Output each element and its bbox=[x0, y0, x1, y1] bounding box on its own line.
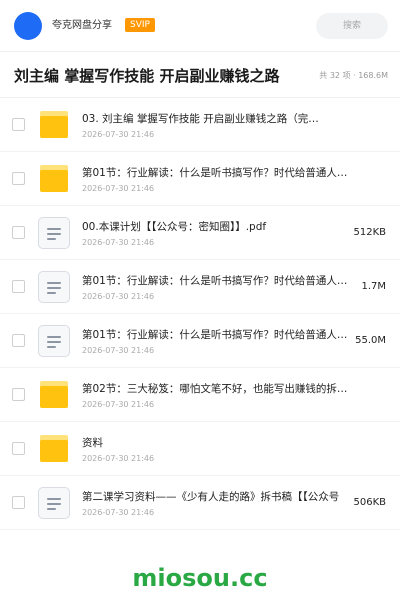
select-checkbox[interactable] bbox=[12, 442, 25, 455]
file-name: 第01节：行业解读：什么是听书搞写作？时代给普通人… bbox=[82, 167, 348, 179]
folder-icon bbox=[38, 433, 70, 465]
file-name: 00.本课计划【【公众号：密知圈】】.pdf bbox=[82, 221, 267, 233]
list-item[interactable]: 第02节：三大秘笈：哪怕文笔不好，也能写出赚钱的拆… 2026-07-30 21… bbox=[0, 368, 400, 422]
list-item[interactable]: 第01节：行业解读：什么是听书搞写作？时代给普通人… 2026-07-30 21… bbox=[0, 260, 400, 314]
file-date: 2026-07-30 21:46 bbox=[82, 184, 155, 193]
file-date: 2026-07-30 21:46 bbox=[82, 238, 155, 247]
user-name: 夸克网盘分享 bbox=[52, 20, 112, 31]
file-name: 第01节：行业解读：什么是听书搞写作？时代给普通人… bbox=[82, 275, 348, 287]
file-date: 2026-07-30 21:46 bbox=[82, 346, 155, 355]
file-name: 03. 刘主编 掌握写作技能 开启副业赚钱之路（完… bbox=[82, 113, 319, 125]
select-checkbox[interactable] bbox=[12, 118, 25, 131]
list-item[interactable]: 第01节：行业解读：什么是听书搞写作？时代给普通人… 2026-07-30 21… bbox=[0, 314, 400, 368]
app-header: 夸克网盘分享 SVIP bbox=[0, 0, 400, 52]
search-input[interactable] bbox=[316, 13, 388, 39]
select-checkbox[interactable] bbox=[12, 496, 25, 509]
file-size: 55.0M bbox=[355, 335, 386, 346]
select-checkbox[interactable] bbox=[12, 388, 25, 401]
file-date: 2026-07-30 21:46 bbox=[82, 130, 155, 139]
file-size: 512KB bbox=[353, 227, 386, 238]
document-icon bbox=[38, 217, 70, 249]
document-icon bbox=[38, 325, 70, 357]
file-date: 2026-07-30 21:46 bbox=[82, 454, 155, 463]
select-checkbox[interactable] bbox=[12, 334, 25, 347]
file-name: 第02节：三大秘笈：哪怕文笔不好，也能写出赚钱的拆… bbox=[82, 383, 348, 395]
folder-icon bbox=[38, 163, 70, 195]
file-name: 第01节：行业解读：什么是听书搞写作？时代给普通人… bbox=[82, 329, 348, 341]
list-item[interactable]: 03. 刘主编 掌握写作技能 开启副业赚钱之路（完… 2026-07-30 21… bbox=[0, 98, 400, 152]
list-item[interactable]: 第01节：行业解读：什么是听书搞写作？时代给普通人… 2026-07-30 21… bbox=[0, 152, 400, 206]
file-name: 第二课学习资料——《少有人走的路》拆书稿【【公众号 bbox=[82, 491, 340, 503]
select-checkbox[interactable] bbox=[12, 226, 25, 239]
file-date: 2026-07-30 21:46 bbox=[82, 292, 155, 301]
list-item[interactable]: 第二课学习资料——《少有人走的路》拆书稿【【公众号 2026-07-30 21:… bbox=[0, 476, 400, 530]
file-date: 2026-07-30 21:46 bbox=[82, 508, 155, 517]
site-watermark: miosou.cc bbox=[132, 564, 268, 592]
file-date: 2026-07-30 21:46 bbox=[82, 400, 155, 409]
file-size: 506KB bbox=[353, 497, 386, 508]
folder-title-bar: 刘主编 掌握写作技能 开启副业赚钱之路 共 32 项 · 168.6M bbox=[0, 52, 400, 98]
avatar[interactable] bbox=[14, 12, 42, 40]
page-title: 刘主编 掌握写作技能 开启副业赚钱之路 bbox=[14, 67, 280, 85]
file-size: 1.7M bbox=[361, 281, 386, 292]
list-item[interactable]: 00.本课计划【【公众号：密知圈】】.pdf 2026-07-30 21:46 … bbox=[0, 206, 400, 260]
svip-badge: SVIP bbox=[125, 18, 155, 32]
document-icon bbox=[38, 487, 70, 519]
select-checkbox[interactable] bbox=[12, 172, 25, 185]
list-item[interactable]: 资料 2026-07-30 21:46 bbox=[0, 422, 400, 476]
file-list: 03. 刘主编 掌握写作技能 开启副业赚钱之路（完… 2026-07-30 21… bbox=[0, 98, 400, 530]
folder-meta: 共 32 项 · 168.6M bbox=[319, 71, 388, 80]
folder-icon bbox=[38, 379, 70, 411]
document-icon bbox=[38, 271, 70, 303]
folder-icon bbox=[38, 109, 70, 141]
file-name: 资料 bbox=[82, 437, 103, 449]
select-checkbox[interactable] bbox=[12, 280, 25, 293]
